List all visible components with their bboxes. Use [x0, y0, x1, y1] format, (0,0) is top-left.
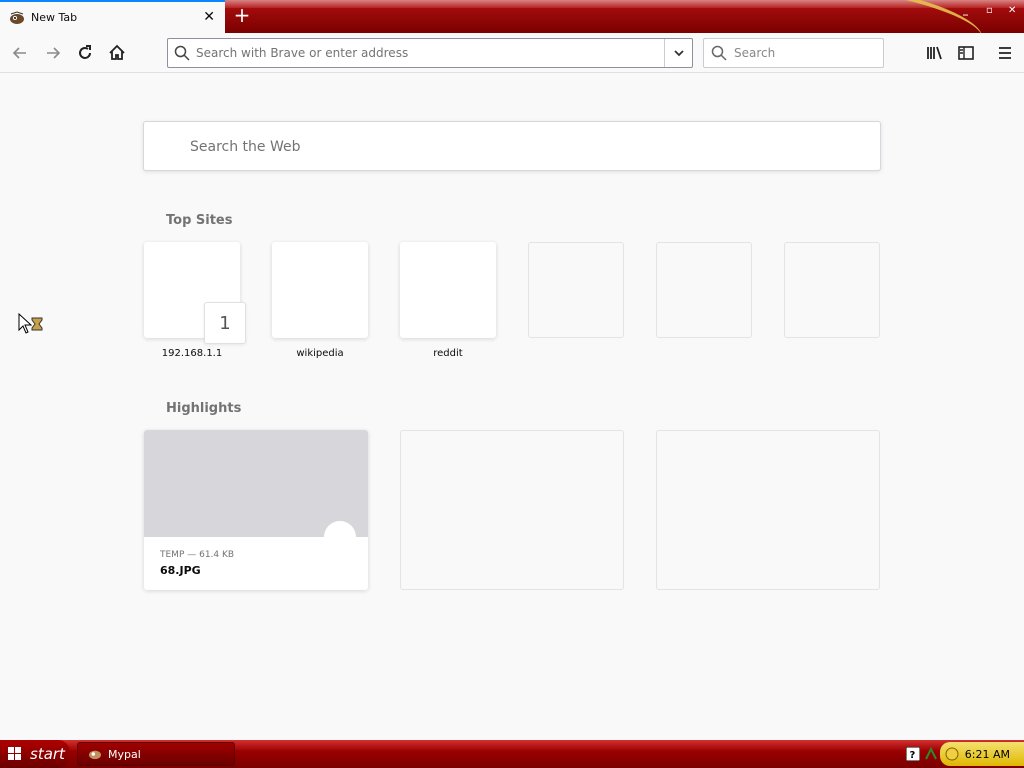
highlight-placeholder — [400, 430, 624, 590]
sidebar-button[interactable] — [953, 40, 979, 66]
taskbar: start Mypal ? 6:21 AM — [0, 740, 1024, 768]
top-site-tile[interactable] — [400, 242, 496, 338]
highlights-heading: Highlights — [166, 401, 242, 416]
top-site-placeholder — [528, 242, 624, 338]
clock[interactable]: 6:21 AM — [965, 748, 1010, 761]
highlight-name: 68.JPG — [160, 564, 201, 577]
highlight-placeholder — [656, 430, 880, 590]
home-button[interactable] — [104, 40, 130, 66]
reload-button[interactable] — [72, 40, 98, 66]
new-tab-button[interactable]: + — [232, 4, 252, 26]
search-bar[interactable] — [703, 38, 884, 68]
search-icon — [174, 45, 190, 65]
windows-logo-icon — [8, 747, 21, 760]
chevron-down-icon — [673, 50, 684, 57]
navigation-toolbar — [0, 33, 1024, 73]
search-input[interactable] — [734, 44, 874, 62]
svg-text:?: ? — [910, 750, 916, 761]
top-site-label[interactable]: 192.168.1.1 — [144, 348, 240, 359]
library-button[interactable] — [922, 40, 948, 66]
menu-icon — [999, 47, 1011, 59]
top-site-label[interactable]: wikipedia — [272, 348, 368, 359]
web-search-input[interactable] — [190, 136, 790, 158]
url-dropdown-button[interactable] — [664, 39, 692, 67]
start-button[interactable]: start — [0, 740, 70, 768]
address-bar[interactable] — [167, 38, 693, 68]
close-window-button[interactable]: ✕ — [1008, 5, 1016, 16]
tab-title: New Tab — [31, 11, 78, 24]
restore-button[interactable]: ▫ — [986, 5, 993, 16]
minimize-button[interactable]: _ — [963, 5, 968, 16]
search-icon — [711, 45, 727, 65]
back-button[interactable] — [7, 40, 33, 66]
library-icon — [927, 46, 942, 60]
tab-new-tab[interactable]: New Tab ✕ — [0, 0, 225, 33]
start-label: start — [30, 745, 65, 763]
top-site-label[interactable]: reddit — [400, 348, 496, 359]
top-site-placeholder — [656, 242, 752, 338]
mypal-favicon-icon — [9, 10, 25, 26]
help-icon[interactable]: ? — [905, 746, 921, 762]
mypal-app-icon — [89, 750, 101, 760]
tab-strip: New Tab ✕ + _ ▫ ✕ — [0, 0, 1024, 33]
highlight-meta: TEMP — 61.4 KB — [160, 550, 235, 560]
top-site-badge: 1 — [204, 302, 246, 344]
menu-button[interactable] — [992, 40, 1018, 66]
top-site-placeholder — [784, 242, 880, 338]
sidebar-icon — [958, 46, 974, 60]
forward-button[interactable] — [40, 40, 66, 66]
volume-icon[interactable] — [945, 746, 959, 761]
network-icon[interactable] — [924, 746, 938, 760]
taskbar-item-mypal[interactable]: Mypal — [77, 742, 235, 766]
highlight-card[interactable]: TEMP — 61.4 KB 68.JPG — [144, 430, 368, 590]
address-input[interactable] — [196, 44, 656, 62]
home-icon — [109, 44, 125, 60]
top-site-tile[interactable] — [272, 242, 368, 338]
back-icon — [12, 47, 26, 59]
web-search-box[interactable] — [143, 121, 881, 171]
top-sites-heading: Top Sites — [166, 213, 233, 228]
tab-close-icon[interactable]: ✕ — [203, 9, 215, 25]
highlight-type-icon — [324, 521, 356, 553]
taskbar-item-label: Mypal — [108, 747, 141, 761]
reload-icon — [79, 45, 91, 59]
busy-cursor-icon — [18, 312, 44, 339]
forward-icon — [47, 47, 61, 59]
